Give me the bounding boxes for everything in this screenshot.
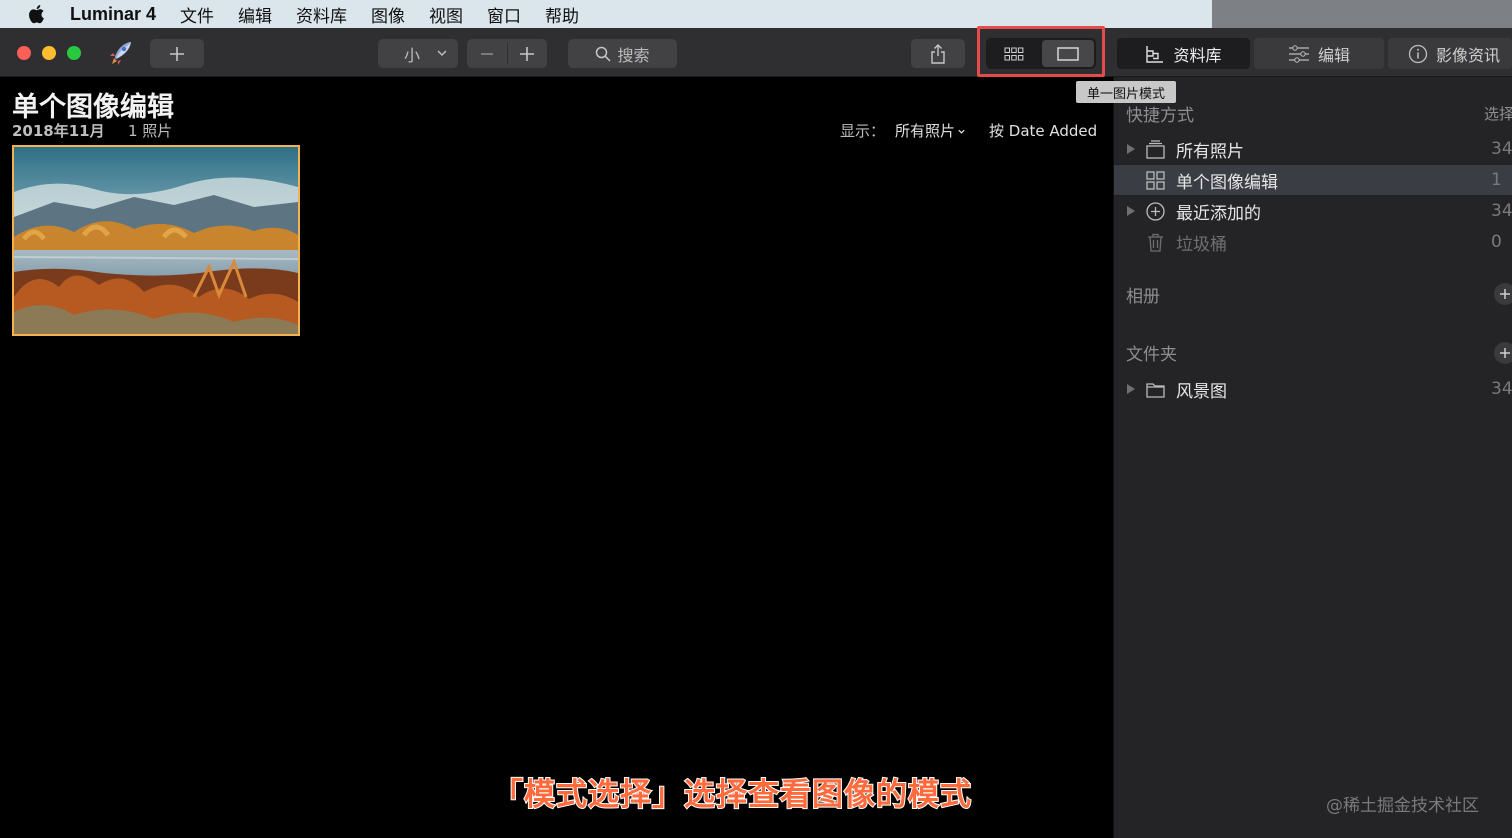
menu-library[interactable]: 资料库 xyxy=(296,2,347,27)
app-name[interactable]: Luminar 4 xyxy=(70,4,156,25)
search-label: 搜索 xyxy=(617,45,650,65)
sidebar-item-trash[interactable]: 垃圾桶 0 xyxy=(1114,227,1512,257)
annotation-highlight-box xyxy=(977,26,1105,77)
item-count: 1 xyxy=(1491,170,1502,190)
grid-icon xyxy=(1146,170,1165,190)
apple-icon[interactable] xyxy=(26,3,48,25)
add-folder-button[interactable] xyxy=(1494,342,1512,364)
add-album-button[interactable] xyxy=(1494,283,1512,305)
tab-edit[interactable]: 编辑 xyxy=(1254,38,1384,69)
select-button[interactable]: 选择 xyxy=(1484,103,1512,124)
thumbnail-size-select[interactable]: 小 xyxy=(378,39,458,68)
item-count: 34 xyxy=(1491,379,1512,399)
sidebar-item-label: 最近添加的 xyxy=(1176,203,1261,224)
search-button[interactable]: 搜索 xyxy=(568,39,677,68)
menu-bar: Luminar 4 文件 编辑 资料库 图像 视图 窗口 帮助 xyxy=(0,0,1212,28)
plus-icon xyxy=(520,46,534,61)
sidebar-item-label: 所有照片 xyxy=(1176,141,1244,162)
sliders-icon xyxy=(1288,44,1309,63)
filter-control[interactable]: 显示： 所有照片 xyxy=(840,120,966,141)
photo-thumbnail[interactable] xyxy=(12,145,300,336)
shortcuts-heading: 快捷方式 xyxy=(1126,106,1194,126)
thumbnail-size-value: 小 xyxy=(404,45,421,65)
albums-heading: 相册 xyxy=(1126,287,1160,307)
sidebar-item-single-edits[interactable]: 单个图像编辑 1 xyxy=(1114,165,1512,195)
library-icon xyxy=(1146,45,1164,63)
tab-library-label: 资料库 xyxy=(1173,45,1222,65)
landscape-photo xyxy=(14,147,298,334)
tutorial-caption: 「模式选择」选择查看图像的模式 xyxy=(491,776,972,814)
minus-icon xyxy=(481,52,493,55)
date-label: 2018年11月 xyxy=(12,122,105,140)
sidebar-item-label: 垃圾桶 xyxy=(1176,234,1227,255)
filter-value: 所有照片 xyxy=(895,120,966,141)
window-minimize-button[interactable] xyxy=(42,46,56,60)
trash-icon xyxy=(1148,233,1163,252)
window-close-button[interactable] xyxy=(17,46,31,60)
window-zoom-button[interactable] xyxy=(67,46,81,60)
tab-edit-label: 编辑 xyxy=(1317,45,1350,65)
page-title: 单个图像编辑 xyxy=(12,92,174,123)
sidebar-item-recently-added[interactable]: 最近添加的 34 xyxy=(1114,196,1512,226)
sidebar-item-label: 单个图像编辑 xyxy=(1176,172,1278,193)
item-count: 34 xyxy=(1491,139,1512,159)
tab-library[interactable]: 资料库 xyxy=(1117,38,1250,69)
search-icon xyxy=(596,46,612,62)
menu-view[interactable]: 视图 xyxy=(429,2,463,27)
share-icon xyxy=(931,43,945,64)
plus-icon xyxy=(1500,348,1510,358)
photo-count: 1 照片 xyxy=(128,122,173,140)
share-button[interactable] xyxy=(911,39,965,68)
menu-image[interactable]: 图像 xyxy=(371,2,405,27)
disclosure-triangle-icon[interactable] xyxy=(1126,205,1136,217)
zoom-in-button[interactable] xyxy=(507,39,547,68)
menu-edit[interactable]: 编辑 xyxy=(238,2,272,27)
sidebar-item-folder-landscapes[interactable]: 风景图 34 xyxy=(1114,374,1512,404)
zoom-control xyxy=(467,39,547,68)
info-icon xyxy=(1408,44,1428,63)
folder-icon xyxy=(1146,382,1165,398)
tab-info[interactable]: 影像资讯 xyxy=(1388,38,1512,69)
chevron-down-icon xyxy=(958,129,965,134)
filter-label: 显示： xyxy=(840,122,886,140)
watermark: @稀土掘金技术社区 xyxy=(1326,796,1479,816)
sidebar-item-all-photos[interactable]: 所有照片 34 xyxy=(1114,134,1512,164)
sort-control[interactable]: 按 Date Added xyxy=(989,120,1097,141)
desktop-background xyxy=(1212,0,1512,28)
menu-file[interactable]: 文件 xyxy=(180,2,214,27)
item-count: 34 xyxy=(1491,201,1512,221)
library-sidebar: 快捷方式 选择 所有照片 34 单个图像编辑 1 最近添加的 34 垃圾桶 0 … xyxy=(1113,77,1512,838)
disclosure-triangle-icon[interactable] xyxy=(1126,143,1136,155)
chevron-down-icon xyxy=(437,50,447,57)
menu-window[interactable]: 窗口 xyxy=(487,2,521,27)
photos-stack-icon xyxy=(1146,139,1165,159)
plus-circle-icon xyxy=(1146,201,1165,221)
tab-info-label: 影像资讯 xyxy=(1436,45,1501,65)
zoom-out-button[interactable] xyxy=(467,39,507,68)
plus-icon xyxy=(1500,289,1510,299)
folders-heading: 文件夹 xyxy=(1126,345,1177,365)
menu-help[interactable]: 帮助 xyxy=(545,2,579,27)
disclosure-triangle-icon[interactable] xyxy=(1126,383,1136,395)
add-photos-button[interactable] xyxy=(150,39,204,68)
item-count: 0 xyxy=(1491,232,1502,252)
rocket-icon[interactable] xyxy=(106,40,134,66)
plus-icon xyxy=(170,46,184,61)
gallery-area: 单个图像编辑 2018年11月 1 照片 显示： 所有照片 按 Date Add… xyxy=(0,77,1113,838)
sidebar-item-label: 风景图 xyxy=(1176,381,1227,402)
view-mode-tooltip: 单一图片模式 xyxy=(1076,81,1176,103)
